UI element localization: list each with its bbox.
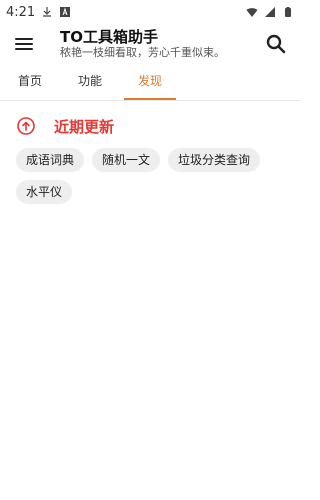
search-icon[interactable]: [264, 32, 288, 56]
chip-label: 水平仪: [26, 185, 63, 199]
tab-bar: 首页 功能 发现: [0, 66, 300, 101]
chip-random-article[interactable]: 随机一文: [92, 148, 161, 172]
tab-features-label: 功能: [77, 74, 102, 88]
status-left: 4:21: [6, 5, 71, 20]
app-bar: TO工具箱助手 秾艳一枝细看取，芳心千重似束。: [0, 24, 300, 64]
chip-label: 随机一文: [102, 153, 151, 167]
wifi-icon: [246, 8, 258, 17]
tab-features[interactable]: 功能: [70, 66, 110, 100]
recent-items: 成语词典 随机一文 垃圾分类查询 水平仪: [16, 148, 284, 204]
status-time: 4:21: [6, 4, 36, 20]
signal-icon: [265, 7, 275, 17]
chip-label: 成语词典: [26, 153, 75, 167]
app-screen: 4:21 TO工具箱助手 秾艳一枝细看取，芳心千重似束。 首页 功能 发现 近期…: [0, 0, 300, 500]
download-icon: [43, 7, 52, 17]
battery-icon: [285, 7, 291, 17]
chip-garbage-sorting[interactable]: 垃圾分类查询: [168, 148, 261, 172]
tab-home-label: 首页: [17, 74, 42, 88]
status-right: [246, 6, 294, 18]
a-icon: [60, 7, 71, 17]
app-subtitle: 秾艳一枝细看取，芳心千重似束。: [60, 46, 225, 59]
recent-updates-title: 近期更新: [54, 117, 115, 136]
tab-discover[interactable]: 发现: [124, 66, 176, 100]
tab-discover-label: 发现: [137, 74, 162, 88]
chip-level-meter[interactable]: 水平仪: [16, 180, 73, 204]
upload-circle-icon: [17, 117, 35, 135]
menu-button[interactable]: [12, 32, 36, 56]
status-bar: 4:21: [0, 0, 300, 24]
chip-label: 垃圾分类查询: [178, 153, 251, 167]
chip-idiom-dictionary[interactable]: 成语词典: [16, 148, 85, 172]
tab-home[interactable]: 首页: [10, 66, 50, 100]
recent-updates-header: 近期更新: [16, 112, 284, 140]
